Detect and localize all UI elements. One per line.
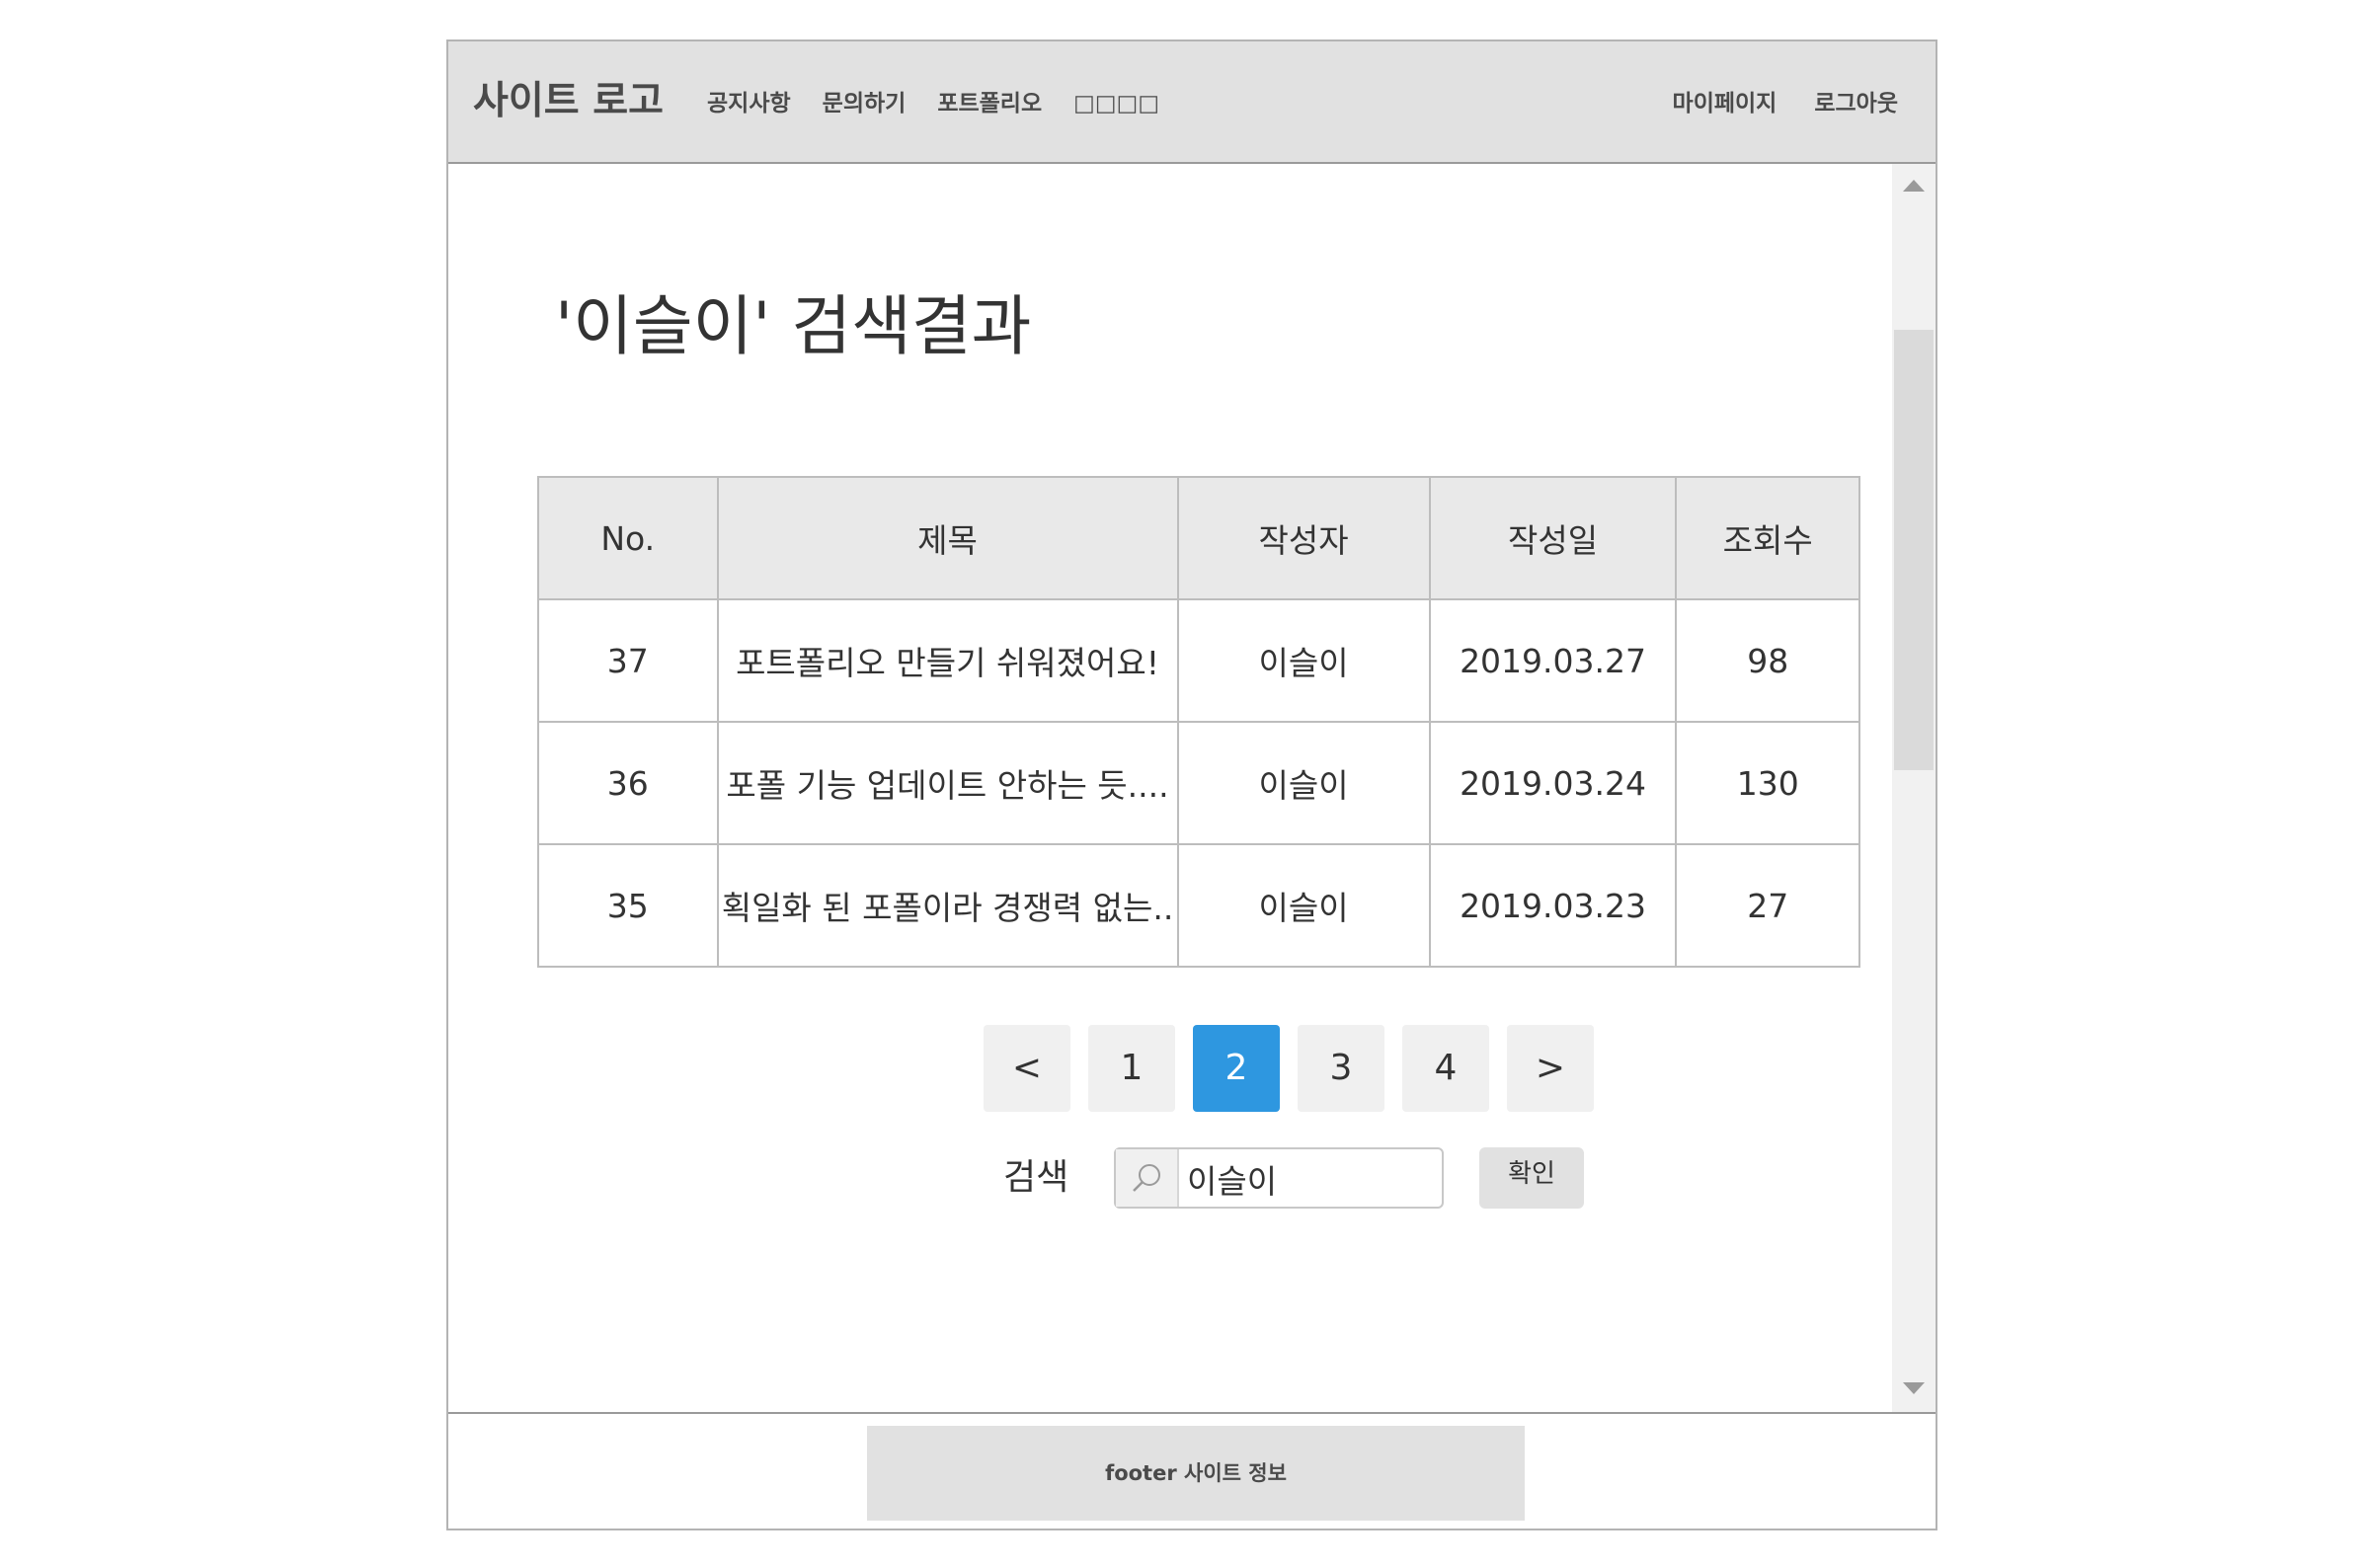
nav-item-notice[interactable]: 공지사항 (707, 91, 791, 117)
user-nav: 마이페이지 로그아웃 (1643, 89, 1898, 118)
cell-author: 이슬이 (1176, 843, 1431, 968)
site-logo[interactable]: 사이트 로고 (473, 77, 664, 126)
search-input[interactable] (1185, 1155, 1436, 1203)
mypage-link[interactable]: 마이페이지 (1673, 91, 1778, 117)
results-table: No. 제목 작성자 작성일 조회수 37 포트폴리오 만들기 쉬워졌어요! 이… (537, 476, 1860, 968)
cell-date: 2019.03.24 (1428, 721, 1678, 845)
column-header-views: 조회수 (1675, 476, 1860, 600)
table-row[interactable]: 35 획일화 된 포폴이라 경쟁력 없는.. 이슬이 2019.03.23 27 (537, 843, 1860, 968)
nav-item-portfolio[interactable]: 포트폴리오 (937, 91, 1042, 117)
cell-no: 35 (537, 843, 719, 968)
scroll-down-arrow-icon[interactable] (1903, 1382, 1925, 1394)
nav-item-inquiry[interactable]: 문의하기 (823, 91, 907, 117)
cell-author: 이슬이 (1176, 598, 1431, 723)
search-box[interactable] (1114, 1147, 1444, 1209)
site-header: 사이트 로고 공지사항 문의하기 포트폴리오 □□□□ 마이페이지 로그아웃 (448, 41, 1936, 164)
main-nav: 공지사항 문의하기 포트폴리오 □□□□ (707, 89, 1183, 118)
next-page-button[interactable]: > (1507, 1025, 1594, 1112)
cell-date: 2019.03.27 (1428, 598, 1678, 723)
table-row[interactable]: 36 포폴 기능 업데이트 안하는 듯.... 이슬이 2019.03.24 1… (537, 721, 1860, 845)
page-button-3[interactable]: 3 (1298, 1025, 1384, 1112)
scroll-up-arrow-icon[interactable] (1903, 180, 1925, 192)
browser-frame: 사이트 로고 공지사항 문의하기 포트폴리오 □□□□ 마이페이지 로그아웃 '… (446, 39, 1937, 1530)
page-button-2-current[interactable]: 2 (1193, 1025, 1280, 1112)
search-label: 검색 (1003, 1157, 1069, 1198)
cell-title-link[interactable]: 포트폴리오 만들기 쉬워졌어요! (716, 598, 1179, 723)
page-button-1[interactable]: 1 (1088, 1025, 1175, 1112)
search-confirm-button[interactable]: 확인 (1479, 1147, 1584, 1209)
cell-title-link[interactable]: 획일화 된 포폴이라 경쟁력 없는.. (716, 843, 1179, 968)
column-header-title: 제목 (716, 476, 1179, 600)
cell-no: 37 (537, 598, 719, 723)
site-footer: footer 사이트 정보 (448, 1412, 1936, 1530)
column-header-date: 작성일 (1428, 476, 1678, 600)
page-title: '이슬이' 검색결과 (555, 288, 1032, 364)
cell-no: 36 (537, 721, 719, 845)
cell-author: 이슬이 (1176, 721, 1431, 845)
table-header-row: No. 제목 작성자 작성일 조회수 (537, 476, 1860, 600)
column-header-no: No. (537, 476, 719, 600)
vertical-scrollbar[interactable] (1892, 164, 1936, 1412)
search-icon (1116, 1149, 1179, 1207)
cell-views: 130 (1675, 721, 1860, 845)
cell-views: 27 (1675, 843, 1860, 968)
cell-date: 2019.03.23 (1428, 843, 1678, 968)
prev-page-button[interactable]: < (984, 1025, 1070, 1112)
cell-title-link[interactable]: 포폴 기능 업데이트 안하는 듯.... (716, 721, 1179, 845)
main-content: '이슬이' 검색결과 No. 제목 작성자 작성일 조회수 37 포트폴리오 만… (448, 164, 1890, 1412)
table-row[interactable]: 37 포트폴리오 만들기 쉬워졌어요! 이슬이 2019.03.27 98 (537, 598, 1860, 723)
page-button-4[interactable]: 4 (1402, 1025, 1489, 1112)
footer-info: footer 사이트 정보 (867, 1426, 1525, 1521)
cell-views: 98 (1675, 598, 1860, 723)
column-header-author: 작성자 (1176, 476, 1431, 600)
nav-item-placeholder[interactable]: □□□□ (1073, 91, 1159, 117)
scrollbar-thumb[interactable] (1894, 330, 1934, 770)
logout-link[interactable]: 로그아웃 (1814, 91, 1898, 117)
